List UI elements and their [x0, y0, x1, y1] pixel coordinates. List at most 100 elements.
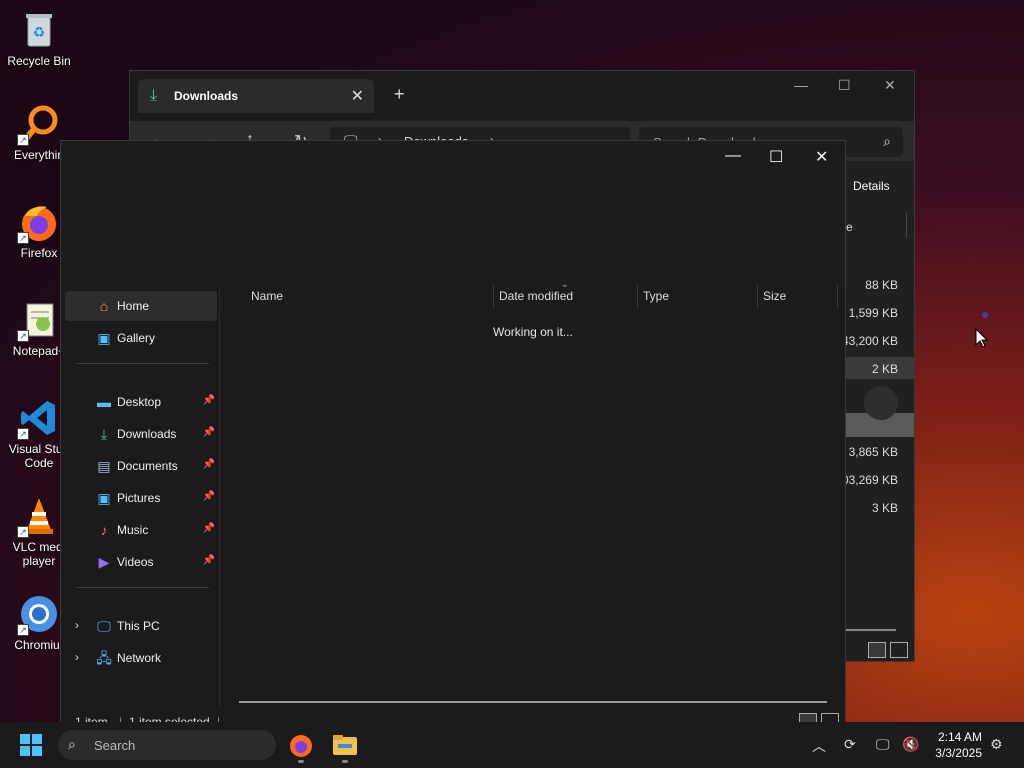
tab-downloads[interactable]: ⤓ Downloads ✕	[138, 79, 374, 113]
shortcut-arrow-icon: ↗	[17, 330, 29, 342]
shortcut-arrow-icon: ↗	[17, 428, 29, 440]
taskbar-search[interactable]: ⌕ Search	[58, 730, 276, 760]
tiles-view-icon[interactable]	[890, 642, 908, 658]
sidebar-item-label: Desktop	[117, 395, 162, 409]
computer-icon: 🖵	[97, 618, 111, 634]
pin-icon: 📌	[202, 523, 215, 534]
column-divider	[906, 212, 907, 238]
taskbar-search-placeholder: Search	[94, 738, 136, 753]
sidebar-item-this-pc[interactable]: › 🖵 This PC	[65, 611, 217, 641]
gallery-icon: ▣	[97, 330, 111, 346]
column-header-fragment: e	[846, 220, 853, 234]
sidebar-item-label: Home	[117, 299, 150, 313]
pin-icon: 📌	[202, 491, 215, 502]
column-header-date-modified[interactable]: Date modified	[499, 289, 573, 313]
firefox-icon: ↗	[17, 202, 59, 244]
sidebar-item-music[interactable]: ♪ Music 📌	[65, 515, 217, 545]
maximize-button[interactable]: ☐	[838, 77, 851, 94]
close-button[interactable]: ✕	[815, 147, 828, 167]
search-icon: ⌕	[68, 736, 76, 752]
sidebar-item-label: Pictures	[117, 491, 161, 505]
pane-splitter[interactable]	[219, 287, 220, 707]
sidebar-item-videos[interactable]: ▶ Videos 📌	[65, 547, 217, 577]
shortcut-arrow-icon: ↗	[17, 624, 29, 636]
sync-icon[interactable]: ⟳	[844, 736, 856, 753]
tab-title: Downloads	[174, 89, 239, 103]
maximize-button[interactable]: ☐	[769, 147, 783, 167]
svg-text:♻: ♻	[33, 24, 46, 40]
close-tab-icon[interactable]: ✕	[351, 86, 364, 106]
column-divider[interactable]	[493, 285, 494, 309]
music-icon: ♪	[100, 522, 108, 538]
column-divider[interactable]	[637, 285, 638, 309]
sidebar-item-label: Network	[117, 651, 162, 665]
chevron-right-icon[interactable]: ›	[75, 618, 79, 632]
horizontal-scrollbar[interactable]	[846, 629, 896, 631]
column-header-size[interactable]: Size	[763, 289, 786, 313]
clock-date: 3/3/2025	[935, 746, 982, 760]
sort-chevron-icon: ⌄	[561, 279, 569, 289]
column-header-type[interactable]: Type	[643, 289, 669, 313]
network-tray-icon[interactable]: 🖵	[876, 736, 890, 753]
sidebar-item-home[interactable]: ⌂ Home	[65, 291, 217, 321]
pictures-icon: ▣	[97, 490, 111, 506]
sidebar-item-label: Videos	[117, 555, 154, 569]
chevron-right-icon[interactable]: ›	[75, 650, 79, 664]
divider	[77, 587, 209, 588]
minimize-button[interactable]: —	[725, 147, 741, 165]
sidebar-item-label: This PC	[117, 619, 160, 633]
pin-icon: 📌	[202, 427, 215, 438]
details-button[interactable]: Details	[853, 179, 890, 193]
shortcut-arrow-icon: ↗	[17, 232, 29, 244]
sidebar-item-pictures[interactable]: ▣ Pictures 📌	[65, 483, 217, 513]
recycle-bin-icon: ♻	[19, 10, 59, 50]
sidebar-item-label: Gallery	[117, 331, 156, 345]
sidebar-item-label: Documents	[117, 459, 178, 473]
videos-icon: ▶	[98, 554, 110, 570]
pin-icon: 📌	[202, 459, 215, 470]
sidebar-item-gallery[interactable]: ▣ Gallery	[65, 323, 217, 353]
sidebar-item-desktop[interactable]: ▬ Desktop 📌	[65, 387, 217, 417]
close-button[interactable]: ✕	[884, 77, 896, 94]
vlc-icon: ↗	[17, 496, 59, 538]
taskbar-file-explorer[interactable]	[332, 732, 358, 758]
details-view-icon[interactable]	[868, 642, 886, 658]
tab-bar: ⤓ Downloads ✕ + — ☐ ✕	[130, 71, 914, 121]
column-header-name[interactable]: Name	[251, 289, 283, 313]
window-header: — ☐ ✕	[61, 141, 845, 287]
vscode-icon: ↗	[17, 398, 59, 440]
folder-icon	[333, 735, 357, 755]
taskbar: ⌕ Search ︿ ⟳ 🖵 🔇 2:14 AM 3/3/2025 ⚙	[0, 722, 1024, 768]
chromium-icon: ↗	[17, 594, 59, 636]
chevron-up-icon[interactable]: ︿	[812, 736, 826, 756]
sidebar-item-downloads[interactable]: ⤓ Downloads 📌	[65, 419, 217, 449]
shortcut-arrow-icon: ↗	[17, 134, 29, 146]
loading-message: Working on it...	[493, 325, 573, 339]
download-icon: ⤓	[150, 87, 158, 104]
horizontal-scrollbar[interactable]	[239, 701, 827, 703]
search-icon: ⌕	[883, 133, 891, 149]
clock[interactable]: 2:14 AM 3/3/2025	[926, 729, 982, 761]
desktop: { "desktop_icons": [ {"name": "recycle-b…	[0, 0, 1024, 768]
taskbar-firefox[interactable]	[288, 732, 314, 758]
sidebar-item-network[interactable]: › 🖧 Network	[65, 643, 217, 673]
start-button[interactable]	[20, 734, 42, 756]
notepad-plus-icon: ↗	[17, 300, 59, 342]
desktop-icon: ▬	[97, 394, 111, 410]
new-tab-button[interactable]: +	[394, 84, 405, 105]
column-divider[interactable]	[757, 285, 758, 309]
everything-icon: ↗	[17, 104, 59, 146]
navigation-pane: ⌂ Home ▣ Gallery ▬ Desktop 📌 ⤓ Downloads…	[61, 287, 219, 707]
notifications-icon[interactable]: ⚙	[990, 736, 1003, 753]
mouse-cursor-icon	[975, 328, 989, 348]
explorer-window[interactable]: — ☐ ✕ ⌂ Home ▣ Gallery ▬ Desktop 📌 ⤓ Dow…	[60, 140, 846, 733]
volume-muted-icon[interactable]: 🔇	[902, 736, 919, 753]
divider	[77, 363, 209, 364]
clock-time: 2:14 AM	[937, 730, 982, 744]
minimize-button[interactable]: —	[794, 77, 808, 93]
sidebar-item-documents[interactable]: ▤ Documents 📌	[65, 451, 217, 481]
document-icon: ▤	[97, 458, 111, 474]
running-indicator	[342, 760, 348, 763]
desktop-icon-recycle-bin[interactable]: ♻ Recycle Bin	[4, 10, 74, 68]
column-divider[interactable]	[837, 285, 838, 309]
